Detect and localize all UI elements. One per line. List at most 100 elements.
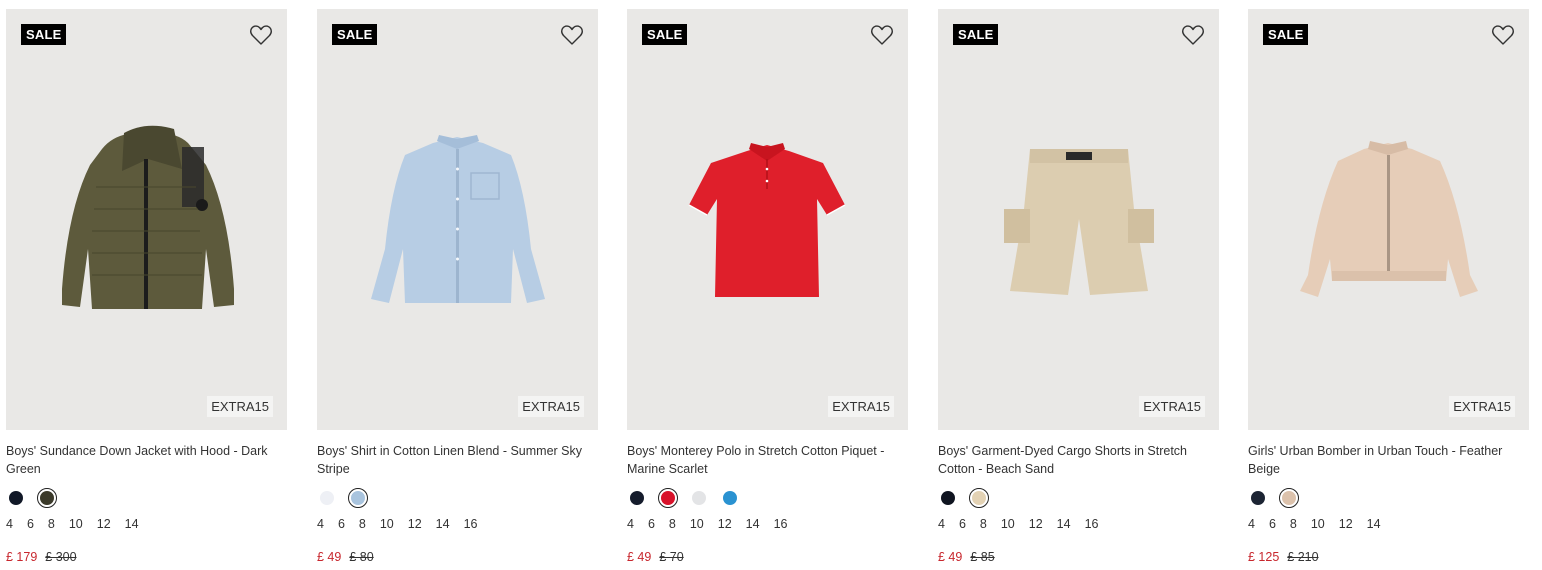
promo-code-badge: EXTRA15 bbox=[1449, 396, 1515, 417]
price-block: £ 49 £ 85 bbox=[938, 550, 1219, 564]
size-list: 4 6 8 10 12 14 bbox=[6, 517, 287, 533]
size-option[interactable]: 14 bbox=[1057, 517, 1071, 533]
product-photo-down-jacket bbox=[62, 125, 234, 309]
size-option[interactable]: 6 bbox=[27, 517, 34, 533]
size-option[interactable]: 14 bbox=[436, 517, 450, 533]
size-option[interactable]: 6 bbox=[648, 517, 655, 533]
size-option[interactable]: 4 bbox=[6, 517, 13, 533]
color-swatch[interactable] bbox=[720, 488, 740, 508]
size-option[interactable]: 10 bbox=[690, 517, 704, 533]
product-card[interactable]: SALE EXTRA15 Boys' Sundance Down Jacket … bbox=[6, 9, 287, 564]
color-swatch[interactable] bbox=[627, 488, 647, 508]
size-option[interactable]: 16 bbox=[464, 517, 478, 533]
product-title[interactable]: Girls' Urban Bomber in Urban Touch - Fea… bbox=[1248, 442, 1529, 478]
product-photo-linen-shirt bbox=[371, 135, 545, 303]
size-option[interactable]: 4 bbox=[938, 517, 945, 533]
size-option[interactable]: 4 bbox=[1248, 517, 1255, 533]
color-swatch[interactable] bbox=[317, 488, 337, 508]
size-option[interactable]: 8 bbox=[48, 517, 55, 533]
product-grid: SALE EXTRA15 Boys' Sundance Down Jacket … bbox=[0, 0, 1542, 570]
color-swatch[interactable] bbox=[1248, 488, 1268, 508]
size-option[interactable]: 6 bbox=[1269, 517, 1276, 533]
heart-icon[interactable] bbox=[560, 24, 584, 46]
original-price: £ 300 bbox=[45, 550, 77, 564]
size-option[interactable]: 10 bbox=[69, 517, 83, 533]
size-list: 4 6 8 10 12 14 16 bbox=[627, 517, 908, 533]
size-list: 4 6 8 10 12 14 16 bbox=[317, 517, 598, 533]
color-swatches bbox=[627, 488, 908, 508]
product-image[interactable]: SALE EXTRA15 bbox=[938, 9, 1219, 430]
size-option[interactable]: 16 bbox=[1085, 517, 1099, 533]
sale-badge: SALE bbox=[953, 24, 999, 45]
sale-badge: SALE bbox=[642, 24, 688, 45]
size-option[interactable]: 4 bbox=[627, 517, 634, 533]
product-card[interactable]: SALE EXTRA15 Girls' Urban Bomber in Urba… bbox=[1248, 9, 1529, 564]
heart-icon[interactable] bbox=[1181, 24, 1205, 46]
product-photo-polo bbox=[688, 143, 846, 297]
original-price: £ 80 bbox=[349, 550, 374, 564]
size-option[interactable]: 12 bbox=[408, 517, 422, 533]
size-option[interactable]: 6 bbox=[959, 517, 966, 533]
heart-icon[interactable] bbox=[1491, 24, 1515, 46]
size-option[interactable]: 8 bbox=[1290, 517, 1297, 533]
size-option[interactable]: 16 bbox=[774, 517, 788, 533]
size-option[interactable]: 4 bbox=[317, 517, 324, 533]
product-title[interactable]: Boys' Monterey Polo in Stretch Cotton Pi… bbox=[627, 442, 908, 478]
size-option[interactable]: 8 bbox=[980, 517, 987, 533]
product-title[interactable]: Boys' Garment-Dyed Cargo Shorts in Stret… bbox=[938, 442, 1219, 478]
size-option[interactable]: 14 bbox=[746, 517, 760, 533]
price-block: £ 49 £ 70 bbox=[627, 550, 908, 564]
color-swatch[interactable] bbox=[938, 488, 958, 508]
color-swatch-selected[interactable] bbox=[37, 488, 57, 508]
color-swatch-selected[interactable] bbox=[1279, 488, 1299, 508]
heart-icon[interactable] bbox=[870, 24, 894, 46]
price-block: £ 179 £ 300 bbox=[6, 550, 287, 564]
product-image[interactable]: SALE EXTRA15 bbox=[627, 9, 908, 430]
size-option[interactable]: 12 bbox=[97, 517, 111, 533]
product-photo-bomber-jacket bbox=[1300, 141, 1478, 297]
product-title[interactable]: Boys' Sundance Down Jacket with Hood - D… bbox=[6, 442, 287, 478]
sale-price: £ 125 bbox=[1248, 550, 1280, 564]
size-option[interactable]: 10 bbox=[380, 517, 394, 533]
size-option[interactable]: 12 bbox=[1339, 517, 1353, 533]
sale-badge: SALE bbox=[21, 24, 67, 45]
size-option[interactable]: 8 bbox=[359, 517, 366, 533]
product-card[interactable]: SALE EXTRA15 Boys' Garment-Dyed Cargo Sh… bbox=[938, 9, 1219, 564]
size-option[interactable]: 12 bbox=[1029, 517, 1043, 533]
promo-code-badge: EXTRA15 bbox=[518, 396, 584, 417]
promo-code-badge: EXTRA15 bbox=[828, 396, 894, 417]
product-image[interactable]: SALE EXTRA15 bbox=[6, 9, 287, 430]
size-option[interactable]: 10 bbox=[1311, 517, 1325, 533]
size-list: 4 6 8 10 12 14 bbox=[1248, 517, 1529, 533]
product-card[interactable]: SALE EXTRA15 Boys' Monterey Polo in Stre… bbox=[627, 9, 908, 564]
product-image[interactable]: SALE EXTRA15 bbox=[1248, 9, 1529, 430]
size-option[interactable]: 14 bbox=[1367, 517, 1381, 533]
product-title[interactable]: Boys' Shirt in Cotton Linen Blend - Summ… bbox=[317, 442, 598, 478]
size-option[interactable]: 12 bbox=[718, 517, 732, 533]
product-photo-cargo-shorts bbox=[1004, 149, 1154, 295]
color-swatch[interactable] bbox=[6, 488, 26, 508]
color-swatches bbox=[938, 488, 1219, 508]
color-swatch-selected[interactable] bbox=[969, 488, 989, 508]
original-price: £ 210 bbox=[1287, 550, 1319, 564]
color-swatch[interactable] bbox=[689, 488, 709, 508]
color-swatch-selected[interactable] bbox=[348, 488, 368, 508]
sale-price: £ 49 bbox=[627, 550, 652, 564]
price-block: £ 49 £ 80 bbox=[317, 550, 598, 564]
product-card[interactable]: SALE EXTRA15 Boys' Shirt in Cotton Linen… bbox=[317, 9, 598, 564]
color-swatches bbox=[6, 488, 287, 508]
sale-badge: SALE bbox=[1263, 24, 1309, 45]
size-option[interactable]: 6 bbox=[338, 517, 345, 533]
product-image[interactable]: SALE EXTRA15 bbox=[317, 9, 598, 430]
color-swatch-selected[interactable] bbox=[658, 488, 678, 508]
size-option[interactable]: 10 bbox=[1001, 517, 1015, 533]
promo-code-badge: EXTRA15 bbox=[207, 396, 273, 417]
original-price: £ 70 bbox=[659, 550, 684, 564]
size-list: 4 6 8 10 12 14 16 bbox=[938, 517, 1219, 533]
heart-icon[interactable] bbox=[249, 24, 273, 46]
promo-code-badge: EXTRA15 bbox=[1139, 396, 1205, 417]
color-swatches bbox=[317, 488, 598, 508]
color-swatches bbox=[1248, 488, 1529, 508]
size-option[interactable]: 8 bbox=[669, 517, 676, 533]
size-option[interactable]: 14 bbox=[125, 517, 139, 533]
